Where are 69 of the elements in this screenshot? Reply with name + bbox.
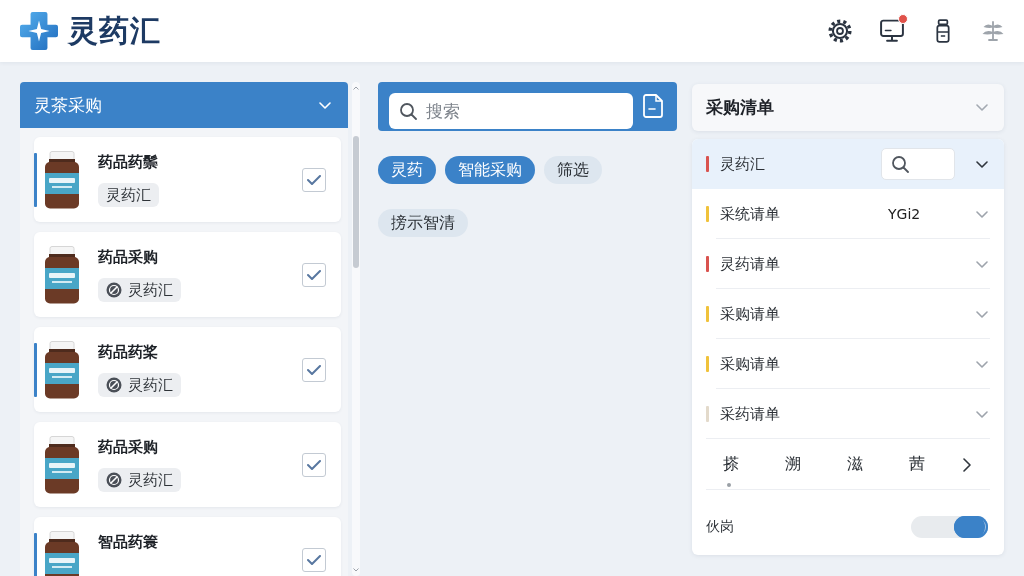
checkbox[interactable] [302, 262, 326, 287]
search-icon [892, 155, 909, 173]
product-name: 药品采购 [98, 247, 158, 267]
panel-header[interactable]: 灵茶采购 [20, 82, 348, 128]
filter-chip[interactable]: 智能采购 [445, 156, 535, 184]
panel-title: 采购清单 [706, 96, 774, 119]
row-label: 采购请单 [720, 354, 780, 374]
row-label: 采购请单 [720, 304, 780, 324]
check-icon [307, 459, 321, 470]
scroll-up-icon[interactable] [353, 86, 359, 90]
filter-chip[interactable]: 灵药 [378, 156, 436, 184]
checkbox[interactable] [302, 167, 326, 192]
product-card[interactable]: 药品药桨 灵药汇 [34, 327, 341, 412]
row-label: 灵药汇 [720, 154, 765, 174]
toggle-label: 伙岗 [706, 517, 734, 536]
source-label: 灵药汇 [128, 280, 173, 300]
check-icon [307, 554, 321, 565]
product-name: 智品药簑 [98, 532, 158, 552]
product-card[interactable]: 智品药簑 [34, 517, 341, 576]
scrollbar-thumb[interactable] [353, 136, 359, 268]
medicine-bottle-icon [44, 245, 80, 304]
row-label: 采统请单 [720, 204, 780, 224]
chevron-down-icon[interactable] [976, 160, 988, 168]
row-label: 采药请单 [720, 404, 780, 424]
product-name: 药品药桨 [98, 342, 158, 362]
medicine-bottle-icon [44, 150, 80, 209]
checkbox[interactable] [302, 357, 326, 382]
product-card[interactable]: 药品采购 灵药汇 [34, 232, 341, 317]
tab[interactable]: 滋 [824, 439, 886, 490]
medicine-bottle-icon [44, 340, 80, 399]
product-name: 药品采购 [98, 437, 158, 457]
list-row[interactable]: 灵药汇 [692, 139, 1004, 189]
source-label: 灵药汇 [106, 185, 151, 205]
row-value: YGi2 [887, 206, 921, 222]
filter-chip[interactable]: 搒示智清 [378, 209, 468, 237]
tab[interactable]: 搽 [700, 439, 762, 490]
product-card[interactable]: 药品采购 灵药汇 [34, 422, 341, 507]
check-icon [307, 269, 321, 280]
toggle-switch[interactable] [911, 515, 988, 538]
check-icon [307, 364, 321, 375]
medicine-bottle-icon [44, 530, 80, 576]
panel-header[interactable]: 采购清单 [692, 84, 1004, 131]
settings-icon[interactable] [828, 19, 852, 43]
product-card[interactable]: 药品药鬃 灵药汇 [34, 137, 341, 222]
source-label: 灵药汇 [128, 375, 173, 395]
row-label: 灵药请单 [720, 254, 780, 274]
disc-icon [106, 282, 122, 298]
brand-name: 灵药汇 [68, 13, 161, 49]
tab[interactable]: 溯 [762, 439, 824, 490]
search-field[interactable]: 搜索 [389, 93, 633, 129]
check-icon [307, 174, 321, 185]
plant-icon[interactable] [982, 19, 1004, 43]
tab[interactable]: 茜 [886, 439, 948, 490]
search-icon [400, 102, 417, 120]
monitor-icon[interactable] [880, 19, 904, 43]
scroll-down-icon[interactable] [353, 568, 359, 572]
document-icon[interactable] [643, 93, 663, 118]
checkbox[interactable] [302, 452, 326, 477]
checkbox[interactable] [302, 547, 326, 572]
search-field[interactable] [881, 148, 955, 180]
chevron-right-icon[interactable] [963, 457, 971, 472]
panel-title: 灵茶采购 [34, 93, 102, 117]
disc-icon [106, 377, 122, 393]
medical-cross-icon [20, 12, 58, 50]
disc-icon [106, 472, 122, 488]
source-label: 灵药汇 [128, 470, 173, 490]
filter-chip[interactable]: 筛选 [544, 156, 602, 184]
product-name: 药品药鬃 [98, 152, 158, 172]
medicine-bottle-icon [44, 435, 80, 494]
